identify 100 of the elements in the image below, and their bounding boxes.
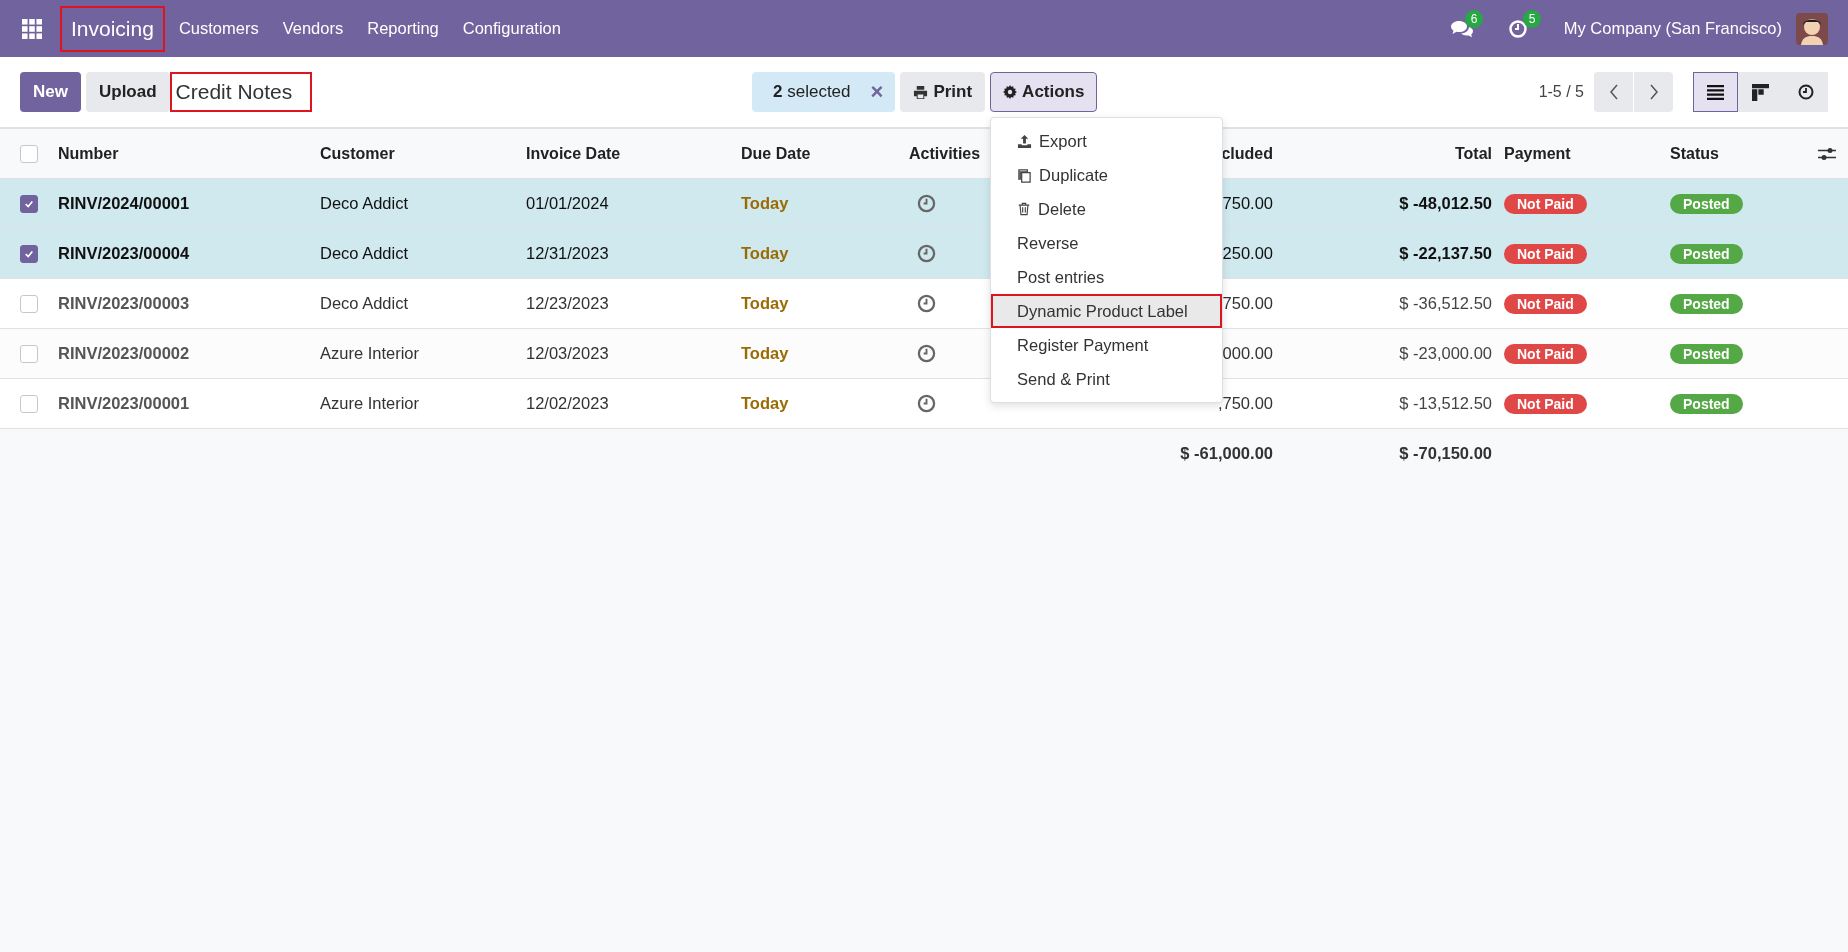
- list-icon: [1707, 84, 1724, 100]
- payment-status-badge: Not Paid: [1504, 293, 1587, 314]
- column-header[interactable]: Invoice Date: [526, 144, 621, 163]
- checkmark-icon: [24, 248, 34, 259]
- table-cell: 12/23/2023: [526, 294, 609, 313]
- status-badge: Posted: [1670, 193, 1743, 214]
- table-cell: 750.00: [1222, 194, 1273, 213]
- row-checkbox[interactable]: [20, 394, 38, 413]
- clock-icon[interactable]: [917, 344, 936, 363]
- column-header[interactable]: cluded: [1221, 144, 1273, 163]
- menu-item[interactable]: Export: [991, 124, 1223, 158]
- menu-item[interactable]: Reporting: [367, 19, 439, 38]
- column-header[interactable]: Customer: [320, 144, 395, 163]
- toolbar-button[interactable]: Upload: [85, 72, 170, 112]
- checkmark-icon: [24, 198, 34, 209]
- menu-item[interactable]: Register Payment: [991, 328, 1223, 362]
- user-avatar[interactable]: [1796, 12, 1828, 45]
- kanban-view-button[interactable]: [1738, 72, 1783, 112]
- row-checkbox[interactable]: [20, 344, 38, 363]
- table-cell: 750.00: [1222, 294, 1273, 313]
- table-cell: $ -22,137.50: [1399, 244, 1492, 263]
- column-header[interactable]: Due Date: [741, 144, 811, 163]
- table-cell: Today: [741, 294, 789, 313]
- clock-icon[interactable]: [917, 244, 936, 263]
- total-cell: $ -70,150.00: [1399, 444, 1492, 463]
- status-badge: Posted: [1670, 393, 1743, 414]
- column-header[interactable]: Status: [1670, 144, 1719, 163]
- row-checkbox[interactable]: [20, 294, 38, 313]
- row-checkbox[interactable]: [20, 194, 38, 213]
- clear-selection-button[interactable]: ×: [870, 79, 884, 105]
- table-cell: $ -13,512.50: [1399, 394, 1492, 413]
- clock-icon[interactable]: [917, 294, 936, 313]
- table-cell: 12/02/2023: [526, 394, 609, 413]
- menu-item[interactable]: Dynamic Product Label: [991, 294, 1223, 328]
- menu-item[interactable]: Configuration: [462, 19, 561, 38]
- status-badge: Posted: [1670, 293, 1743, 314]
- app-name-link[interactable]: Invoicing: [60, 5, 165, 52]
- copy-icon: [1017, 167, 1033, 183]
- table-cell: 12/31/2023: [526, 244, 609, 263]
- column-header[interactable]: Number: [58, 144, 119, 163]
- table-cell: Azure Interior: [320, 344, 420, 363]
- total-cell: $ -61,000.00: [1180, 444, 1273, 463]
- select-all-checkbox[interactable]: [20, 144, 38, 163]
- activity-count-badge: 5: [1522, 9, 1542, 28]
- table-cell: 000.00: [1222, 344, 1273, 363]
- page-title: Credit Notes: [169, 72, 313, 112]
- table-cell: Deco Addict: [320, 194, 409, 213]
- upload-icon: [1017, 133, 1033, 149]
- table-cell: RINV/2023/00001: [58, 394, 190, 413]
- payment-status-badge: Not Paid: [1504, 243, 1587, 264]
- table-cell: ,750.00: [1217, 394, 1273, 413]
- apps-grid-icon[interactable]: [22, 18, 42, 39]
- payment-status-badge: Not Paid: [1504, 343, 1587, 364]
- clock-icon[interactable]: [1507, 18, 1528, 39]
- clock-icon[interactable]: [917, 194, 936, 213]
- table-cell: Azure Interior: [320, 394, 420, 413]
- menu-item[interactable]: Reverse: [991, 226, 1223, 260]
- table-cell: $ -36,512.50: [1399, 294, 1492, 313]
- message-count-badge: 6: [1464, 9, 1484, 28]
- column-settings-icon[interactable]: [1818, 146, 1836, 161]
- menu-item[interactable]: Customers: [178, 19, 259, 38]
- trash-icon: [1017, 202, 1032, 216]
- printer-icon: [913, 84, 929, 100]
- row-checkbox[interactable]: [20, 244, 38, 263]
- table-cell: RINV/2023/00004: [58, 244, 190, 263]
- status-badge: Posted: [1670, 243, 1743, 264]
- gear-icon: [1003, 85, 1018, 99]
- selection-count: 2 selected: [773, 82, 851, 102]
- activity-view-button[interactable]: [1783, 72, 1828, 112]
- table-cell: RINV/2024/00001: [58, 194, 190, 213]
- table-cell: RINV/2023/00003: [58, 294, 190, 313]
- list-view-button[interactable]: [1693, 72, 1738, 112]
- print-button[interactable]: Print: [900, 72, 986, 112]
- table-cell: Deco Addict: [320, 294, 409, 313]
- table-cell: Today: [741, 394, 789, 413]
- payment-status-badge: Not Paid: [1504, 393, 1587, 414]
- table-cell: Today: [741, 344, 789, 363]
- table-cell: 250.00: [1222, 244, 1273, 263]
- column-header[interactable]: Total: [1454, 144, 1492, 163]
- payment-status-badge: Not Paid: [1504, 193, 1587, 214]
- table-cell: 12/03/2023: [526, 344, 609, 363]
- kanban-icon: [1752, 83, 1769, 101]
- table-cell: $ -23,000.00: [1399, 344, 1492, 363]
- column-header[interactable]: Payment: [1504, 144, 1571, 163]
- company-switcher[interactable]: My Company (San Francisco): [1563, 19, 1782, 38]
- table-cell: Today: [741, 244, 789, 263]
- clock-icon[interactable]: [917, 394, 936, 413]
- chevron-right-icon: [1648, 84, 1659, 100]
- menu-item[interactable]: Delete: [991, 192, 1223, 226]
- toolbar-button[interactable]: New: [20, 72, 81, 112]
- table-cell: RINV/2023/00002: [58, 344, 190, 363]
- pager-value: 1-5 / 5: [1538, 83, 1584, 101]
- menu-item[interactable]: Vendors: [282, 19, 344, 38]
- table-cell: Deco Addict: [320, 244, 409, 263]
- table-cell: $ -48,012.50: [1399, 194, 1492, 213]
- chevron-left-icon: [1608, 84, 1619, 100]
- table-cell: Today: [741, 194, 789, 213]
- actions-button[interactable]: Actions: [990, 72, 1098, 112]
- clock-icon: [1797, 84, 1814, 100]
- column-header[interactable]: Activities: [909, 144, 981, 163]
